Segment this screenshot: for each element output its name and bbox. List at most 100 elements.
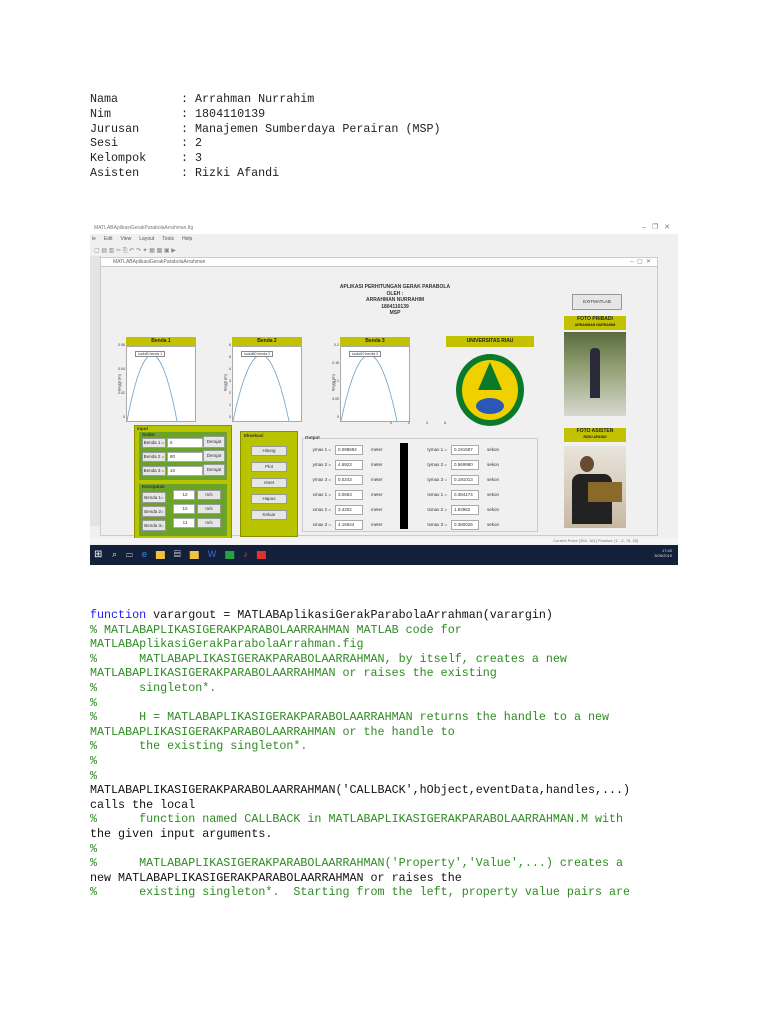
system-clock: 17:40 3/05/2019: [654, 548, 672, 558]
matlab-code: function varargout = MATLABAplikasiGerak…: [90, 608, 630, 900]
eksekusi-button-reset[interactable]: reset: [251, 478, 287, 488]
y-tick-label: 0.02: [118, 391, 125, 395]
assistant-photo: [564, 446, 626, 528]
y-tick-label: 0: [123, 415, 125, 419]
divider-bar: [400, 443, 408, 529]
student-info: Nama: Arrahman Nurrahim Nim: 1804110139 Ju…: [90, 92, 441, 181]
x-tick-label: 6: [444, 421, 446, 425]
info-value: 2: [195, 136, 203, 151]
exit-matlab-button[interactable]: EXITMATLAB: [572, 294, 622, 310]
y-tick-label: 0.05: [332, 397, 339, 401]
plot-title: Benda 3: [340, 337, 410, 346]
output-value[interactable]: 0.0243: [335, 475, 363, 485]
sudut-dropdown[interactable]: 5: [167, 438, 203, 448]
code-line: % MATLABAPLIKASIGERAKPARABOLAARRAHMAN MA…: [90, 622, 462, 637]
code-line: %: [90, 841, 98, 856]
menu-item[interactable]: Layout: [139, 236, 154, 242]
menu-bar: le Edit View Layout Tools Help: [92, 236, 200, 242]
kecepatan-input[interactable]: 12: [173, 490, 195, 500]
output-unit: meter: [371, 462, 383, 467]
output-unit: sekon: [487, 477, 500, 482]
sudut-panel: Sudut Benda 1 = 5 Derajat Benda 2 = 80 Deraja…: [139, 432, 227, 480]
code-line: % the existing singleton*.: [90, 739, 308, 754]
sudut-dropdown[interactable]: 80: [167, 452, 203, 462]
eksekusi-button-plot[interactable]: Plot: [251, 462, 287, 472]
kecepatan-input[interactable]: 10: [173, 504, 195, 514]
plot-title: Benda 1: [126, 337, 196, 346]
header-line: MSP: [389, 310, 401, 316]
sudut-label: Benda 1 =: [142, 438, 166, 448]
output-label: txmax 2 =: [427, 507, 447, 512]
info-row: Kelompok: 3: [90, 151, 203, 166]
toolbar[interactable]: ▢ ▤ ▥ ✂ ⎘ ↶ ↷ ✦ ▦ ▩ ▣ ▶: [94, 247, 244, 255]
plot-axes: sudut5 benda 1: [126, 346, 196, 422]
eksekusi-button-keluar[interactable]: Keluar: [251, 510, 287, 520]
menu-item[interactable]: Help: [182, 236, 192, 242]
info-row: Jurusan: Manajemen Sumberdaya Perairan (…: [90, 121, 441, 136]
output-label: ymax 2 =: [312, 462, 331, 467]
output-unit: sekon: [487, 462, 500, 467]
code-line: %: [90, 753, 98, 768]
x-tick-label: 0: [390, 421, 392, 425]
header-line: APLIKASI PERHITUNGAN GERAK PARABOLA: [339, 284, 451, 290]
info-value: 3: [195, 151, 203, 166]
app-header: APLIKASI PERHITUNGAN GERAK PARABOLA OLEH …: [320, 284, 470, 317]
info-label: Jurusan: [90, 121, 140, 136]
output-value[interactable]: 0.384174: [451, 490, 479, 500]
output-value[interactable]: 4.15844: [335, 520, 363, 530]
output-value[interactable]: 1.93962: [451, 505, 479, 515]
y-tick-label: 0: [229, 415, 231, 419]
menu-item[interactable]: Tools: [162, 236, 174, 242]
output-value[interactable]: 3.4202: [335, 505, 363, 515]
kecepatan-input[interactable]: 11: [173, 518, 195, 528]
eksekusi-button-hapus[interactable]: Hapus: [251, 494, 287, 504]
code-line: the given input arguments.: [90, 826, 273, 841]
inner-window-controls[interactable]: – ▢ ✕: [630, 258, 651, 265]
foto-asisten-label: FOTO ASISTEN RIZKI AFANDI: [564, 428, 626, 442]
output-label: xmax 2 =: [312, 507, 331, 512]
output-value[interactable]: 4.6923: [335, 460, 363, 470]
info-value: 1804110139: [195, 106, 266, 121]
taskbar: ⊞ ⌕▭e▇▤▇W▇♪▇ 17:40 3/05/2019: [90, 545, 678, 565]
info-row: Nama: Arrahman Nurrahim: [90, 92, 315, 106]
outer-titlebar: MATLABAplikasiGerakParabolaArrahman.fig …: [90, 222, 678, 234]
plot-title: Benda 2: [232, 337, 302, 346]
x-tick-label: 2: [408, 421, 410, 425]
status-bar: Current Point: [354, 161] Position: [1, …: [90, 538, 678, 544]
output-label: tymax 2 =: [427, 462, 447, 467]
info-row: Asisten: Rizki Afandi: [90, 165, 280, 180]
menu-item[interactable]: le: [92, 236, 96, 242]
code-line: % MATLABAPLIKASIGERAKPARABOLAARRAHMAN, b…: [90, 651, 567, 666]
sudut-label: Benda 3 =: [142, 466, 166, 476]
output-label: xmax 1 =: [312, 492, 331, 497]
x-tick-label: 4: [426, 421, 428, 425]
ms-label: m/s: [197, 504, 221, 514]
info-label: Nama: [90, 92, 119, 106]
personal-photo: [564, 332, 626, 416]
output-value[interactable]: 0.969980: [451, 460, 479, 470]
code-line: %: [90, 768, 98, 783]
output-value[interactable]: 0.191587: [451, 445, 479, 455]
output-value[interactable]: 0.098692: [335, 445, 363, 455]
output-value[interactable]: 0.191013: [451, 475, 479, 485]
output-label: tymax 1 =: [427, 447, 447, 452]
eksekusi-panel: Eksekusi Hitung Plot reset Hapus Keluar: [240, 431, 298, 537]
output-value[interactable]: 3.0663: [335, 490, 363, 500]
trajectory-curve: [340, 354, 398, 422]
eksekusi-button-hitung[interactable]: Hitung: [251, 446, 287, 456]
windows-start-icon[interactable]: ⊞: [94, 549, 102, 560]
code-line: MATLABAPLIKASIGERAKPARABOLAARRAHMAN or r…: [90, 666, 497, 681]
plot-axes: sudut10 benda 3: [340, 346, 410, 422]
window-controls[interactable]: – ❐ ✕: [642, 223, 670, 231]
y-tick-label: 5: [229, 355, 231, 359]
info-value: Rizki Afandi: [195, 165, 280, 180]
sudut-dropdown[interactable]: 10: [167, 466, 203, 476]
menu-item[interactable]: Edit: [104, 236, 113, 242]
output-value[interactable]: 0.380026: [451, 520, 479, 530]
output-unit: sekon: [487, 447, 500, 452]
derajat-label: Derajat: [203, 464, 225, 476]
taskbar-app-icons[interactable]: ⌕▭e▇▤▇W▇♪▇: [112, 549, 275, 560]
y-tick-label: 0.15: [332, 361, 339, 365]
plot-legend: sudut5 benda 1: [135, 351, 166, 357]
menu-item[interactable]: View: [121, 236, 132, 242]
